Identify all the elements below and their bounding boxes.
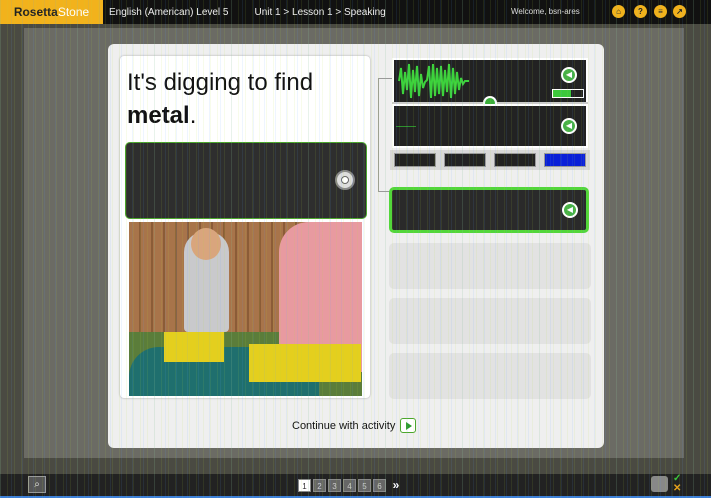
logo-text-stone: Stone bbox=[57, 5, 90, 19]
connector-bracket bbox=[378, 78, 393, 192]
zoom-icon[interactable]: ⌕ bbox=[28, 476, 46, 493]
breadcrumb: Unit 1 > Lesson 1 > Speaking bbox=[254, 6, 386, 18]
page-button-3[interactable]: 3 bbox=[328, 479, 341, 492]
page-button-1[interactable]: 1 bbox=[298, 479, 311, 492]
answer-slot-active[interactable] bbox=[389, 187, 589, 233]
speaker-icon[interactable]: ◀ bbox=[561, 67, 577, 83]
continue-play-icon[interactable] bbox=[400, 418, 416, 433]
user-waveform-panel bbox=[392, 104, 588, 148]
answer-slot-3[interactable] bbox=[389, 298, 591, 344]
answer-slot-2[interactable] bbox=[389, 243, 591, 289]
user-wave-line bbox=[396, 126, 416, 127]
logo-text-rosetta: Rosetta bbox=[13, 5, 58, 19]
speaker-icon-2[interactable]: ◀ bbox=[561, 118, 577, 134]
lesson-photo bbox=[129, 222, 362, 396]
rosetta-stone-logo: Rosetta Stone bbox=[0, 0, 103, 24]
home-icon[interactable]: ⌂ bbox=[612, 5, 625, 18]
chat-icon[interactable] bbox=[651, 476, 668, 492]
next-page-button[interactable]: » bbox=[388, 479, 404, 493]
spectrogram-mode-button[interactable] bbox=[544, 153, 586, 167]
prompt-text: It's digging to find metal. bbox=[127, 66, 357, 132]
welcome-text: Welcome, bsn-ares bbox=[511, 7, 580, 16]
answer-slot-4[interactable] bbox=[389, 353, 591, 399]
page-button-6[interactable]: 6 bbox=[373, 479, 386, 492]
help-icon[interactable]: ? bbox=[634, 5, 647, 18]
top-bar: Rosetta Stone English (American) Level 5 … bbox=[0, 0, 711, 24]
pager: 1 2 3 4 5 6 » bbox=[298, 479, 404, 493]
menu-icon[interactable]: ≡ bbox=[654, 5, 667, 18]
prompt-period: . bbox=[189, 102, 197, 129]
page-button-5[interactable]: 5 bbox=[358, 479, 371, 492]
waveform-graphic bbox=[398, 63, 469, 99]
prompt-line1: It's digging to find bbox=[127, 69, 314, 96]
prompt-keyword: metal bbox=[127, 102, 190, 129]
continue-label[interactable]: Continue with activity bbox=[292, 420, 395, 432]
speaker-icon-3[interactable]: ◀ bbox=[562, 202, 578, 218]
record-button[interactable] bbox=[335, 170, 355, 190]
recording-box bbox=[125, 142, 367, 219]
course-title: English (American) Level 5 bbox=[109, 6, 229, 18]
waveform-mode-button[interactable] bbox=[394, 153, 436, 167]
exit-icon[interactable]: ↗ bbox=[673, 5, 686, 18]
pitch-mode-button[interactable] bbox=[444, 153, 486, 167]
x-icon: ✕ bbox=[673, 483, 682, 494]
contour-mode-button[interactable] bbox=[494, 153, 536, 167]
volume-level bbox=[552, 89, 584, 98]
page-button-4[interactable]: 4 bbox=[343, 479, 356, 492]
page-button-2[interactable]: 2 bbox=[313, 479, 326, 492]
